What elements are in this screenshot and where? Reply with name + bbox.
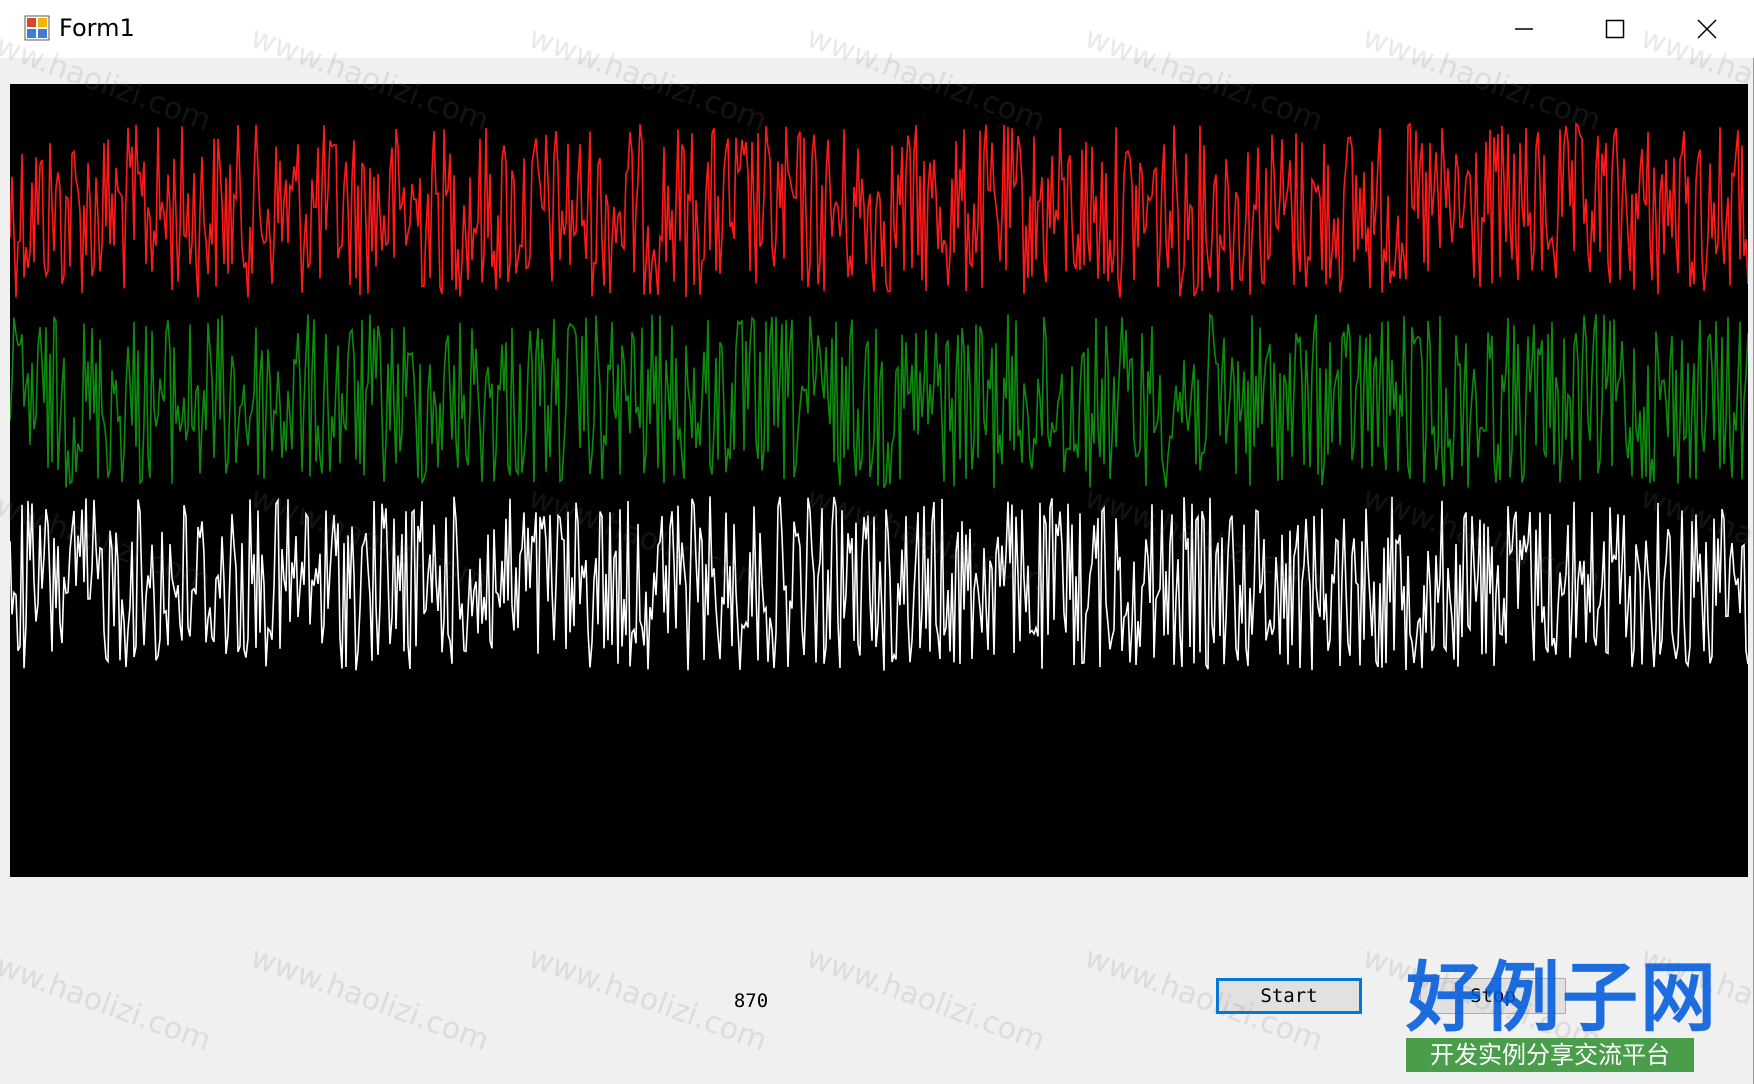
close-button[interactable] — [1661, 0, 1753, 58]
waveform-series-2 — [10, 312, 1748, 489]
form1-window: Form1 870 Start Stop www.haolizi.com www.… — [0, 0, 1754, 1084]
window-title: Form1 — [59, 14, 135, 42]
title-bar[interactable]: Form1 — [0, 0, 1754, 58]
watermark-logo: 好例子网 开发实例分享交流平台 — [1406, 958, 1716, 1072]
watermark-logo-subtitle: 开发实例分享交流平台 — [1406, 1038, 1694, 1072]
minimize-icon — [1515, 28, 1533, 30]
waveform-series-3 — [10, 496, 1748, 671]
maximize-button[interactable] — [1569, 0, 1661, 58]
maximize-icon — [1605, 19, 1625, 39]
waveform-canvas — [10, 121, 1748, 671]
start-button[interactable]: Start — [1216, 978, 1362, 1014]
waveform-series-1 — [10, 121, 1748, 298]
waveform-plot — [10, 84, 1748, 877]
sample-counter-label: 870 — [733, 990, 769, 1012]
watermark-text: www.haolizi.com — [802, 940, 1050, 1059]
minimize-button[interactable] — [1478, 0, 1570, 58]
watermark-text: www.haolizi.com — [1636, 940, 1754, 1059]
watermark-text: www.haolizi.com — [246, 940, 494, 1059]
watermark-text: www.haolizi.com — [0, 940, 216, 1059]
app-icon — [24, 15, 50, 41]
stop-button[interactable]: Stop — [1420, 978, 1566, 1014]
close-icon — [1697, 19, 1717, 39]
